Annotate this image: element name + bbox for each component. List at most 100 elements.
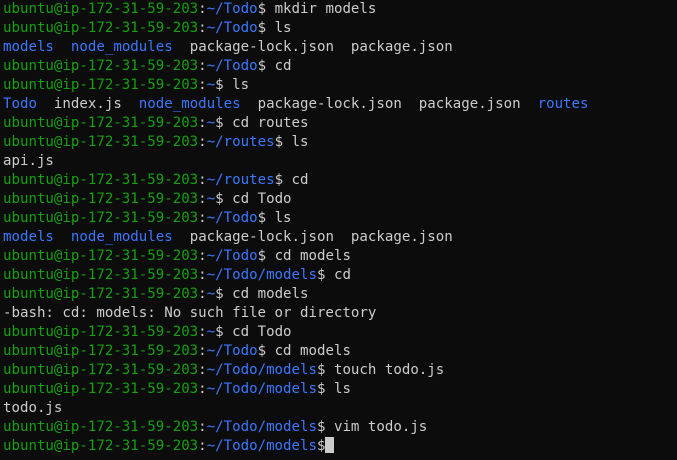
terminal-line: ubuntu@ip-172-31-59-203:~$ cd Todo [3,190,677,209]
terminal-text: $ cd routes [215,115,309,131]
terminal-text: : [198,1,207,17]
terminal-line: ubuntu@ip-172-31-59-203:~/Todo$ cd model… [3,342,677,361]
prompt-user-host: ubuntu@ip-172-31-59-203 [3,362,199,378]
prompt-path: ~/Todo/models [206,362,317,378]
terminal-line: ubuntu@ip-172-31-59-203:~/Todo$ cd [3,57,677,76]
terminal-text: : [198,20,207,36]
terminal-text: package-lock.json package.json [172,39,453,55]
terminal-text: : [198,77,207,93]
prompt-path: ~ [206,191,216,207]
terminal-text: todo.js [3,400,63,416]
terminal-text: : [198,172,207,188]
terminal-text: $ touch todo.js [316,362,445,378]
prompt-user-host: ubuntu@ip-172-31-59-203 [3,267,199,283]
terminal-line: ubuntu@ip-172-31-59-203:~/routes$ ls [3,133,677,152]
terminal-text: : [198,191,207,207]
terminal-line: ubuntu@ip-172-31-59-203:~/Todo$ mkdir mo… [3,0,677,19]
terminal-line: ubuntu@ip-172-31-59-203:~$ cd models [3,285,677,304]
terminal-text: : [198,134,207,150]
prompt-path: ~ [206,324,216,340]
terminal-text: $ ls [316,381,351,397]
prompt-user-host: ubuntu@ip-172-31-59-203 [3,419,199,435]
terminal-text: : [198,115,207,131]
terminal-text: : [198,58,207,74]
terminal-text: : [198,286,207,302]
terminal-text: package-lock.json package.json [240,96,538,112]
terminal-text: $ ls [257,20,292,36]
terminal-line: ubuntu@ip-172-31-59-203:~/Todo/models$ l… [3,380,677,399]
terminal-line: ubuntu@ip-172-31-59-203:~/Todo$ ls [3,209,677,228]
terminal-text: $ cd models [215,286,309,302]
terminal-text: $ ls [257,210,292,226]
terminal-line: api.js [3,152,677,171]
terminal-line: ubuntu@ip-172-31-59-203:~$ ls [3,76,677,95]
prompt-user-host: ubuntu@ip-172-31-59-203 [3,77,199,93]
terminal-line: todo.js [3,399,677,418]
prompt-user-host: ubuntu@ip-172-31-59-203 [3,115,199,131]
prompt-path: ~/Todo/models [206,419,317,435]
terminal-window[interactable]: ubuntu@ip-172-31-59-203:~/Todo$ mkdir mo… [0,0,677,460]
prompt-user-host: ubuntu@ip-172-31-59-203 [3,20,199,36]
directory-entry: Todo [3,96,37,112]
prompt-path: ~/routes [206,134,275,150]
prompt-user-host: ubuntu@ip-172-31-59-203 [3,191,199,207]
directory-entry: models [3,39,54,55]
terminal-line: ubuntu@ip-172-31-59-203:~/Todo/models$ c… [3,266,677,285]
terminal-text: $ vim todo.js [316,419,428,435]
prompt-path: ~ [206,286,216,302]
terminal-text: $ cd [274,172,309,188]
directory-entry: node_modules [70,229,173,245]
directory-entry: routes [537,96,589,112]
prompt-user-host: ubuntu@ip-172-31-59-203 [3,210,199,226]
prompt-path: ~/routes [206,172,275,188]
terminal-line: ubuntu@ip-172-31-59-203:~/Todo$ ls [3,19,677,38]
directory-entry: models [3,229,54,245]
terminal-text: index.js [36,96,139,112]
prompt-path: ~/Todo [206,210,258,226]
terminal-text: : [198,381,207,397]
terminal-text: $ cd Todo [215,324,292,340]
terminal-text: : [198,438,207,454]
prompt-path: ~/Todo [206,58,258,74]
terminal-line: models node_modules package-lock.json pa… [3,228,677,247]
terminal-text: : [198,267,207,283]
prompt-user-host: ubuntu@ip-172-31-59-203 [3,324,199,340]
prompt-path: ~/Todo [206,20,258,36]
terminal-text: $ cd models [257,248,351,264]
terminal-text: : [198,210,207,226]
prompt-path: ~/Todo [206,343,258,359]
terminal-line: models node_modules package-lock.json pa… [3,38,677,57]
prompt-path: ~/Todo/models [206,267,317,283]
prompt-path: ~/Todo/models [206,438,317,454]
terminal-line: ubuntu@ip-172-31-59-203:~/Todo/models$ [3,437,677,456]
terminal-text: -bash: cd: models: No such file or direc… [3,305,377,321]
terminal-text: : [198,248,207,264]
prompt-user-host: ubuntu@ip-172-31-59-203 [3,438,199,454]
prompt-path: ~ [206,115,216,131]
terminal-text: $ cd models [257,343,351,359]
prompt-path: ~/Todo [206,1,258,17]
terminal-line: -bash: cd: models: No such file or direc… [3,304,677,323]
prompt-user-host: ubuntu@ip-172-31-59-203 [3,1,199,17]
prompt-path: ~/Todo/models [206,381,317,397]
terminal-line: ubuntu@ip-172-31-59-203:~/routes$ cd [3,171,677,190]
prompt-path: ~ [206,77,216,93]
prompt-user-host: ubuntu@ip-172-31-59-203 [3,58,199,74]
terminal-text: : [198,362,207,378]
terminal-text: package-lock.json package.json [172,229,453,245]
prompt-user-host: ubuntu@ip-172-31-59-203 [3,248,199,264]
prompt-user-host: ubuntu@ip-172-31-59-203 [3,286,199,302]
prompt-user-host: ubuntu@ip-172-31-59-203 [3,343,199,359]
terminal-line: ubuntu@ip-172-31-59-203:~/Todo/models$ v… [3,418,677,437]
terminal-text: : [198,419,207,435]
terminal-text: $ ls [215,77,250,93]
terminal-text: $ cd [257,58,292,74]
terminal-text: $ [316,438,326,454]
terminal-text: $ cd Todo [215,191,292,207]
terminal-line: ubuntu@ip-172-31-59-203:~/Todo$ cd model… [3,247,677,266]
terminal-line: Todo index.js node_modules package-lock.… [3,95,677,114]
prompt-user-host: ubuntu@ip-172-31-59-203 [3,172,199,188]
terminal-text: api.js [3,153,54,169]
